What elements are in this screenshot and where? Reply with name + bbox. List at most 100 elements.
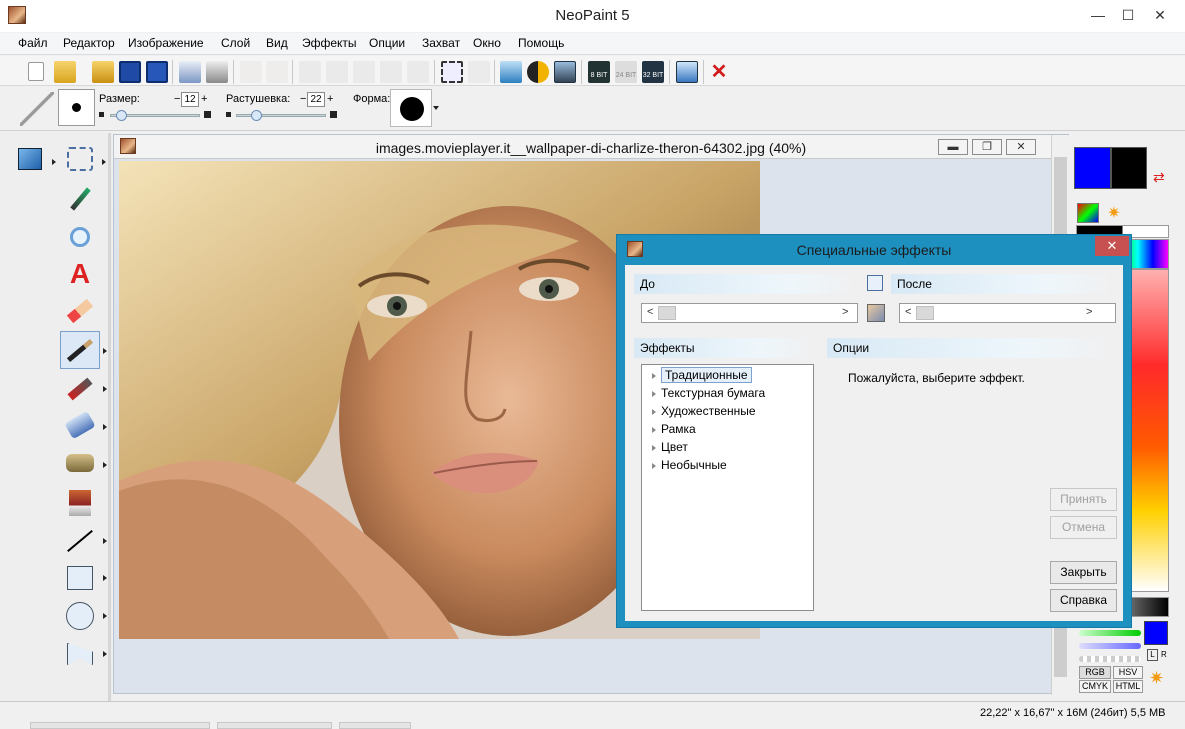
hsv-mode-button[interactable]: HSV	[1113, 666, 1143, 679]
8bit-icon[interactable]: 8 BIT	[588, 61, 610, 83]
menu-layer[interactable]: Слой	[221, 36, 250, 50]
shape-selector[interactable]	[390, 89, 432, 127]
new-icon[interactable]	[28, 62, 44, 81]
magic-color-icon[interactable]: ✷	[1149, 668, 1164, 689]
before-scroll-thumb[interactable]	[658, 306, 676, 320]
dialog-close-button[interactable]: ✕	[1095, 236, 1129, 256]
brush-icon[interactable]	[62, 332, 98, 368]
effect-item[interactable]: Цвет	[652, 440, 688, 454]
close-dialog-button[interactable]: Закрыть	[1050, 561, 1117, 584]
menu-window[interactable]: Окно	[473, 36, 501, 50]
effect-item[interactable]: Текстурная бумага	[652, 386, 765, 400]
before-scroll-left[interactable]: <	[647, 306, 653, 318]
select-all-icon[interactable]	[468, 61, 490, 83]
lasso-scissors-icon[interactable]	[62, 141, 98, 177]
shape-dropdown-icon[interactable]	[433, 106, 439, 110]
24bit-icon[interactable]: 24 BIT	[615, 61, 637, 83]
image-size-icon[interactable]	[500, 61, 522, 83]
copy-icon[interactable]	[326, 61, 348, 83]
primary-color-swatch[interactable]	[1074, 147, 1111, 189]
apply-button[interactable]: Принять	[1050, 488, 1117, 511]
feather-slider-thumb[interactable]	[250, 110, 262, 121]
paste-icon[interactable]	[353, 61, 375, 83]
effect-item[interactable]: Необычные	[652, 458, 727, 472]
close-button[interactable]: ✕	[1146, 4, 1174, 26]
secondary-color-swatch[interactable]	[1111, 147, 1147, 189]
alpha-slider[interactable]	[1079, 656, 1141, 662]
brush-tip-preview[interactable]	[58, 89, 95, 126]
fill-icon[interactable]	[62, 407, 98, 443]
blue-slider[interactable]	[1079, 643, 1141, 649]
size-slider-thumb[interactable]	[115, 110, 127, 121]
maximize-button[interactable]: ☐	[1114, 4, 1142, 26]
invert-icon[interactable]	[527, 61, 549, 83]
size-minus[interactable]: −	[174, 93, 180, 105]
menu-options[interactable]: Опции	[369, 36, 405, 50]
save-icon[interactable]	[119, 61, 141, 83]
preview-icon[interactable]	[867, 304, 885, 322]
magnifier-icon[interactable]	[62, 219, 98, 255]
minimize-button[interactable]: —	[1084, 4, 1112, 26]
paste-new-icon[interactable]	[380, 61, 402, 83]
effects-tab-icon[interactable]: ✷	[1103, 203, 1125, 223]
menu-view[interactable]: Вид	[266, 36, 288, 50]
doc-restore-button[interactable]: ❐	[972, 139, 1002, 155]
line-icon[interactable]	[62, 523, 98, 559]
after-scroll-thumb[interactable]	[916, 306, 934, 320]
ellipse-icon[interactable]	[62, 598, 98, 634]
r-toggle[interactable]: R	[1161, 650, 1167, 659]
menu-file[interactable]: Файл	[18, 36, 48, 50]
redo-icon[interactable]	[266, 61, 288, 83]
cancel-button[interactable]: Отмена	[1050, 516, 1117, 539]
save-all-icon[interactable]	[146, 61, 168, 83]
after-scrollbar[interactable]: < >	[899, 303, 1116, 323]
effect-item[interactable]: Рамка	[652, 422, 696, 436]
open-icon[interactable]	[54, 61, 76, 83]
swap-colors-icon[interactable]: ⇄	[1153, 169, 1165, 186]
eyedropper-icon[interactable]	[62, 181, 98, 217]
stamp-icon[interactable]	[62, 485, 98, 521]
after-scroll-right[interactable]: >	[1086, 306, 1092, 318]
rectangle-icon[interactable]	[62, 560, 98, 596]
menu-edit[interactable]: Редактор	[63, 36, 115, 50]
feather-plus[interactable]: +	[327, 93, 333, 105]
text-icon[interactable]: A	[62, 256, 98, 292]
green-slider[interactable]	[1079, 630, 1141, 636]
palette-tab-icon[interactable]	[1077, 203, 1099, 223]
menu-effects[interactable]: Эффекты	[302, 36, 357, 50]
crop-icon[interactable]	[441, 61, 463, 83]
rgb-mode-button[interactable]: RGB	[1079, 666, 1111, 679]
doc-close-button[interactable]: ✕	[1006, 139, 1036, 155]
doc-minimize-button[interactable]: ▬	[938, 139, 968, 155]
menu-help[interactable]: Помощь	[518, 36, 564, 50]
clone-stamp-icon[interactable]	[62, 445, 98, 481]
html-mode-button[interactable]: HTML	[1113, 680, 1143, 693]
before-scrollbar[interactable]: < >	[641, 303, 858, 323]
menu-capture[interactable]: Захват	[422, 36, 460, 50]
help-button[interactable]: Справка	[1050, 589, 1117, 612]
adjust-icon[interactable]	[554, 61, 576, 83]
menu-image[interactable]: Изображение	[128, 36, 204, 50]
l-toggle[interactable]: L	[1147, 649, 1158, 661]
feather-field[interactable]: 22	[307, 92, 325, 107]
close-doc-icon[interactable]: ✕	[708, 61, 730, 83]
effect-item[interactable]: Художественные	[652, 404, 756, 418]
feather-minus[interactable]: −	[300, 93, 306, 105]
eraser-icon[interactable]	[62, 293, 98, 329]
delete-icon[interactable]	[407, 61, 429, 83]
32bit-icon[interactable]: 32 BIT	[642, 61, 664, 83]
feather-slider-track[interactable]	[236, 114, 326, 117]
cut-icon[interactable]	[299, 61, 321, 83]
polygon-icon[interactable]	[62, 636, 98, 672]
print-preview-icon[interactable]	[179, 61, 201, 83]
effect-item[interactable]: Традиционные	[652, 367, 752, 383]
cube-icon[interactable]	[12, 141, 48, 177]
airbrush-icon[interactable]	[62, 371, 98, 407]
open-folder-icon[interactable]	[92, 61, 114, 83]
cmyk-mode-button[interactable]: CMYK	[1079, 680, 1111, 693]
after-scroll-left[interactable]: <	[905, 306, 911, 318]
print-icon[interactable]	[206, 61, 228, 83]
size-field[interactable]: 12	[181, 92, 199, 107]
before-scroll-right[interactable]: >	[842, 306, 848, 318]
screen-capture-icon[interactable]	[676, 61, 698, 83]
